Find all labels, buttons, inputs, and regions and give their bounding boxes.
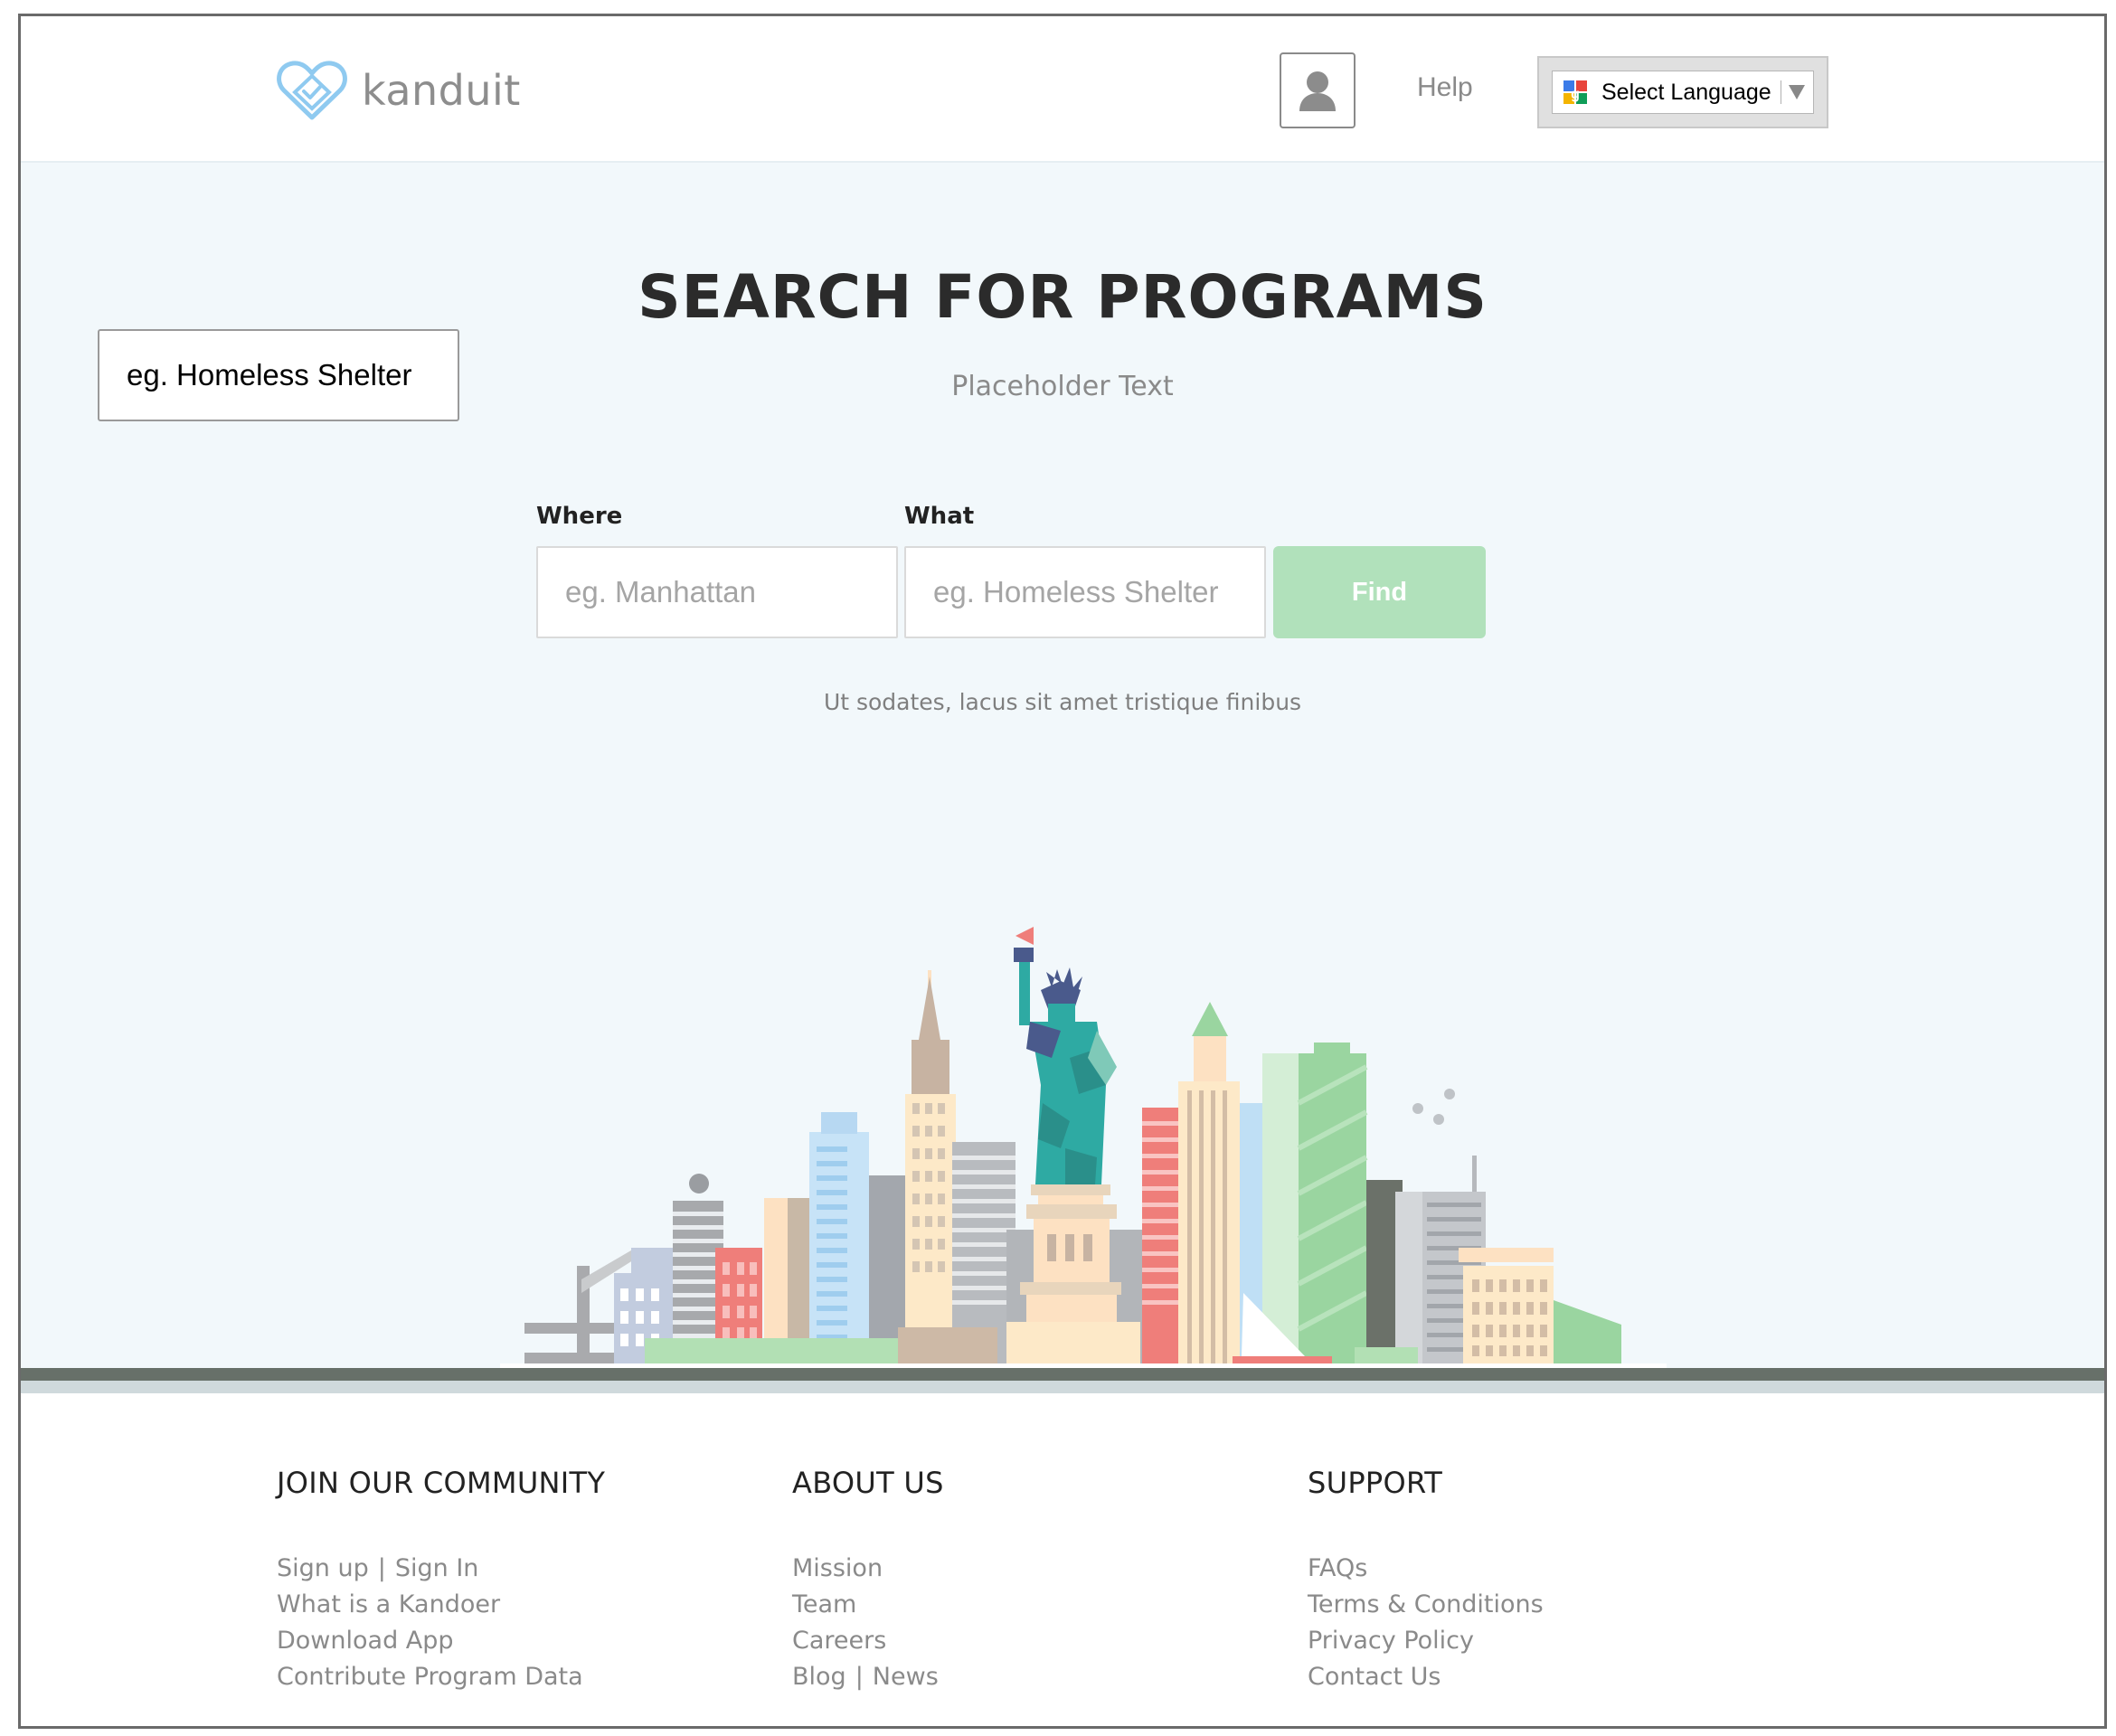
page-title: SEARCH FOR PROGRAMS [638, 262, 1488, 332]
language-dropdown[interactable]: g Select Language [1552, 71, 1814, 114]
faqs-link[interactable]: FAQs [1308, 1551, 1544, 1587]
dropdown-arrow-icon[interactable] [1788, 85, 1805, 99]
footer-about-column: ABOUT US Mission Team Careers Blog | News [792, 1466, 944, 1695]
hero-section: eg. Homeless Shelter SEARCH FOR PROGRAMS… [21, 163, 2104, 1374]
link-separator: | [377, 1554, 386, 1582]
contribute-program-data-link[interactable]: Contribute Program Data [277, 1659, 605, 1695]
divider-dark [21, 1368, 2104, 1381]
what-label: What [904, 503, 975, 530]
footer-signup-signin: Sign up | Sign In [277, 1551, 605, 1587]
site-footer: JOIN OUR COMMUNITY Sign up | Sign In What … [21, 1393, 2104, 1726]
news-link[interactable]: News [873, 1663, 939, 1691]
page-subtitle: Placeholder Text [951, 371, 1174, 402]
signup-link[interactable]: Sign up [277, 1554, 369, 1582]
what-input[interactable] [904, 546, 1266, 638]
what-is-kandoer-link[interactable]: What is a Kandoer [277, 1587, 605, 1623]
contact-us-link[interactable]: Contact Us [1308, 1659, 1544, 1695]
browser-page: kanduit Help g Select Language eg. Homel… [18, 14, 2107, 1729]
terms-conditions-link[interactable]: Terms & Conditions [1308, 1587, 1544, 1623]
footer-about-heading: ABOUT US [792, 1466, 944, 1500]
where-label: Where [536, 503, 623, 530]
user-avatar-icon [1299, 71, 1336, 111]
careers-link[interactable]: Careers [792, 1623, 944, 1659]
link-separator: | [855, 1663, 864, 1691]
footer-support-heading: SUPPORT [1308, 1466, 1443, 1500]
tagline: Ut sodates, lacus sit amet tristique fin… [823, 689, 1302, 715]
divider-light [21, 1381, 2104, 1393]
svg-text:g: g [1571, 87, 1580, 102]
account-button[interactable] [1280, 52, 1356, 128]
download-app-link[interactable]: Download App [277, 1623, 605, 1659]
footer-support-column: SUPPORT FAQs Terms & Conditions Privacy … [1308, 1466, 1544, 1695]
google-translate-icon: g [1563, 80, 1587, 104]
footer-blog-news: Blog | News [792, 1659, 944, 1695]
blog-link[interactable]: Blog [792, 1663, 846, 1691]
mission-link[interactable]: Mission [792, 1551, 944, 1587]
team-link[interactable]: Team [792, 1587, 944, 1623]
find-button[interactable]: Find [1273, 546, 1486, 638]
privacy-policy-link[interactable]: Privacy Policy [1308, 1623, 1544, 1659]
help-link[interactable]: Help [1417, 72, 1473, 103]
site-logo[interactable]: kanduit [277, 58, 521, 123]
site-header: kanduit Help g Select Language [21, 16, 2104, 163]
logo-text: kanduit [362, 66, 521, 115]
language-label: Select Language [1601, 79, 1771, 105]
language-selector[interactable]: g Select Language [1537, 56, 1828, 128]
where-input[interactable] [536, 546, 898, 638]
footer-community-column: JOIN OUR COMMUNITY Sign up | Sign In What … [277, 1466, 605, 1695]
footer-community-heading: JOIN OUR COMMUNITY [277, 1466, 606, 1500]
signin-link[interactable]: Sign In [395, 1554, 479, 1582]
heart-check-logo-icon [277, 61, 347, 120]
city-skyline-illustration [500, 927, 1667, 1374]
